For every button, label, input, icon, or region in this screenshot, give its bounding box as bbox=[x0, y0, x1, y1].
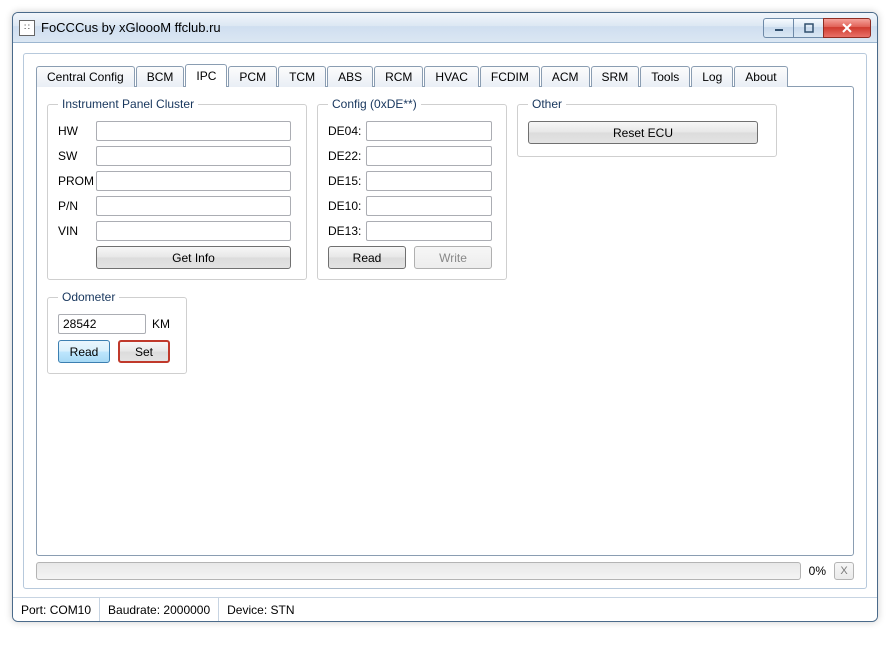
progress-cancel-button[interactable]: X bbox=[834, 562, 854, 580]
tab-acm[interactable]: ACM bbox=[541, 66, 590, 87]
main-panel: Central Config BCM IPC PCM TCM ABS RCM H… bbox=[23, 53, 867, 589]
tab-tcm[interactable]: TCM bbox=[278, 66, 326, 87]
window-buttons bbox=[763, 18, 871, 38]
de22-input[interactable] bbox=[366, 146, 492, 166]
tab-pcm[interactable]: PCM bbox=[228, 66, 277, 87]
de04-label: DE04: bbox=[328, 124, 366, 138]
get-info-button[interactable]: Get Info bbox=[96, 246, 291, 269]
de22-label: DE22: bbox=[328, 149, 366, 163]
pn-input[interactable] bbox=[96, 196, 291, 216]
config-write-button[interactable]: Write bbox=[414, 246, 492, 269]
odometer-set-button[interactable]: Set bbox=[118, 340, 170, 363]
config-read-button[interactable]: Read bbox=[328, 246, 406, 269]
tab-fcdim[interactable]: FCDIM bbox=[480, 66, 540, 87]
instrument-panel-group: Instrument Panel Cluster HW SW PROM P/N … bbox=[47, 97, 307, 280]
titlebar[interactable]: ∷ FoCCCus by xGloooM ffclub.ru bbox=[13, 13, 877, 43]
statusbar: Port: COM10 Baudrate: 2000000 Device: ST… bbox=[13, 597, 877, 621]
client-area: Central Config BCM IPC PCM TCM ABS RCM H… bbox=[13, 43, 877, 589]
tab-srm[interactable]: SRM bbox=[591, 66, 640, 87]
sw-label: SW bbox=[58, 149, 96, 163]
tabpage-ipc: Instrument Panel Cluster HW SW PROM P/N … bbox=[36, 86, 854, 556]
tab-hvac[interactable]: HVAC bbox=[424, 66, 478, 87]
odometer-read-button[interactable]: Read bbox=[58, 340, 110, 363]
sw-input[interactable] bbox=[96, 146, 291, 166]
de15-input[interactable] bbox=[366, 171, 492, 191]
progress-bar bbox=[36, 562, 801, 580]
tab-abs[interactable]: ABS bbox=[327, 66, 373, 87]
vin-label: VIN bbox=[58, 224, 96, 238]
status-baud: Baudrate: 2000000 bbox=[100, 598, 219, 621]
status-port: Port: COM10 bbox=[13, 598, 100, 621]
maximize-button[interactable] bbox=[793, 18, 823, 38]
minimize-button[interactable] bbox=[763, 18, 793, 38]
prom-label: PROM bbox=[58, 174, 96, 188]
window-title: FoCCCus by xGloooM ffclub.ru bbox=[41, 20, 763, 35]
de13-label: DE13: bbox=[328, 224, 366, 238]
tab-bcm[interactable]: BCM bbox=[136, 66, 185, 87]
tab-ipc[interactable]: IPC bbox=[185, 64, 227, 87]
tab-rcm[interactable]: RCM bbox=[374, 66, 423, 87]
status-device: Device: STN bbox=[219, 598, 877, 621]
other-group: Other Reset ECU bbox=[517, 97, 777, 157]
app-icon: ∷ bbox=[19, 20, 35, 36]
progress-row: 0% X bbox=[36, 562, 854, 580]
reset-ecu-button[interactable]: Reset ECU bbox=[528, 121, 758, 144]
hw-input[interactable] bbox=[96, 121, 291, 141]
pn-label: P/N bbox=[58, 199, 96, 213]
close-button[interactable] bbox=[823, 18, 871, 38]
progress-percent: 0% bbox=[809, 564, 826, 578]
app-window: ∷ FoCCCus by xGloooM ffclub.ru Central C… bbox=[12, 12, 878, 622]
de15-label: DE15: bbox=[328, 174, 366, 188]
de10-input[interactable] bbox=[366, 196, 492, 216]
de04-input[interactable] bbox=[366, 121, 492, 141]
odometer-group: Odometer KM Read Set bbox=[47, 290, 187, 374]
tabstrip: Central Config BCM IPC PCM TCM ABS RCM H… bbox=[36, 66, 854, 87]
odometer-legend: Odometer bbox=[58, 290, 119, 304]
tab-log[interactable]: Log bbox=[691, 66, 733, 87]
vin-input[interactable] bbox=[96, 221, 291, 241]
tab-about[interactable]: About bbox=[734, 66, 787, 87]
de13-input[interactable] bbox=[366, 221, 492, 241]
config-legend: Config (0xDE**) bbox=[328, 97, 421, 111]
prom-input[interactable] bbox=[96, 171, 291, 191]
de10-label: DE10: bbox=[328, 199, 366, 213]
odometer-input[interactable] bbox=[58, 314, 146, 334]
other-legend: Other bbox=[528, 97, 566, 111]
tab-tools[interactable]: Tools bbox=[640, 66, 690, 87]
tab-central-config[interactable]: Central Config bbox=[36, 66, 135, 87]
config-group: Config (0xDE**) DE04: DE22: DE15: DE10: … bbox=[317, 97, 507, 280]
odometer-unit: KM bbox=[152, 317, 170, 331]
ipc-legend: Instrument Panel Cluster bbox=[58, 97, 198, 111]
hw-label: HW bbox=[58, 124, 96, 138]
